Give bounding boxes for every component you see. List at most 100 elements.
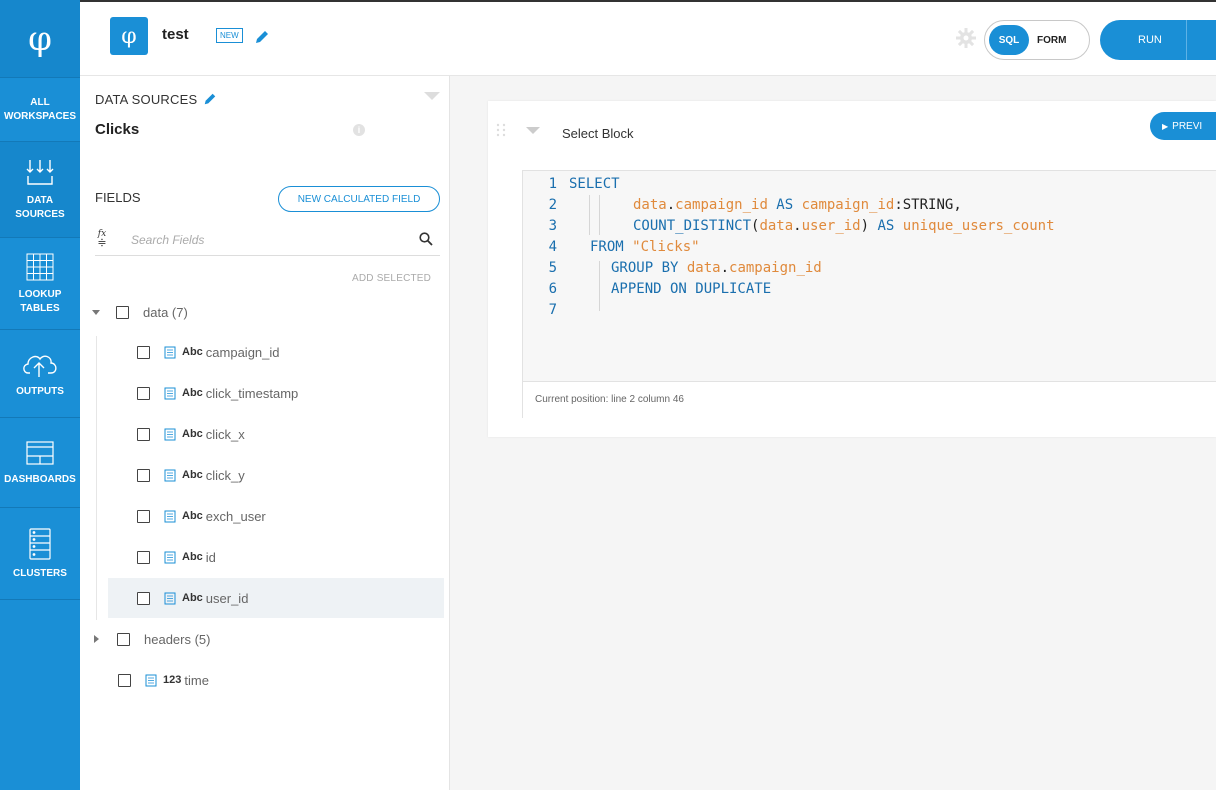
search-fields-input[interactable] [131, 230, 411, 250]
preview-label: PREVI [1172, 120, 1203, 132]
group-label: headers (5) [144, 631, 211, 647]
data-sources-title: DATA SOURCES [95, 92, 217, 107]
field-checkbox[interactable] [118, 673, 131, 687]
field-type: Abc [182, 346, 203, 358]
line-number: 4 [548, 239, 557, 255]
collapse-block-caret-icon[interactable] [526, 127, 540, 134]
field-type: Abc [182, 387, 203, 399]
field-row[interactable]: 123 time [118, 660, 209, 700]
data-sources-icon [26, 159, 54, 185]
tree-group-data[interactable]: data (7) [92, 292, 188, 332]
field-row[interactable]: Abc id [108, 537, 444, 577]
block-title: Select Block [562, 126, 634, 141]
field-name: click_timestamp [205, 385, 299, 401]
field-name: click_x [205, 426, 245, 442]
code-lines: 1 SELECT 2 data.campaign_id AS campaign_… [523, 174, 1216, 321]
field-row[interactable]: Abc click_x [108, 414, 444, 454]
new-calculated-field-button[interactable]: NEW CALCULATED FIELD [278, 186, 440, 212]
text-field-icon [164, 346, 176, 358]
dashboard-icon [26, 440, 54, 465]
select-block-card: Select Block ▶ PREVI 1 SELECT 2 data.cam… [488, 101, 1216, 437]
nav-clusters[interactable]: CLUSTERS [0, 508, 80, 600]
field-row[interactable]: Abc campaign_id [108, 332, 444, 372]
drag-handle-icon[interactable] [496, 123, 506, 139]
code-line: 4 FROM "Clicks" [523, 237, 1216, 258]
server-icon [29, 527, 51, 560]
code-line: 6 APPEND ON DUPLICATE [523, 279, 1216, 300]
nav-outputs[interactable]: OUTPUTS [0, 330, 80, 418]
field-name: exch_user [205, 508, 266, 524]
field-checkbox[interactable] [137, 591, 150, 605]
field-checkbox[interactable] [137, 386, 150, 400]
line-number: 2 [548, 197, 557, 213]
nav-label: LOOKUP [18, 288, 62, 300]
field-checkbox[interactable] [137, 345, 150, 359]
field-checkbox[interactable] [137, 468, 150, 482]
gear-icon[interactable] [956, 28, 976, 48]
field-search: fx ≑ [95, 228, 440, 256]
expanded-caret-icon[interactable] [92, 309, 100, 315]
edit-name-pencil-icon[interactable] [254, 29, 270, 45]
collapse-panel-caret-icon[interactable] [424, 92, 440, 100]
group-checkbox[interactable] [117, 632, 130, 646]
cloud-upload-icon [23, 355, 57, 377]
text-field-icon [164, 469, 176, 481]
edit-sources-pencil-icon[interactable] [203, 92, 217, 106]
app-logo[interactable]: φ [0, 0, 80, 78]
nav-label: DASHBOARDS [4, 473, 76, 485]
code-text: data.campaign_id AS campaign_id:STRING, [633, 197, 962, 213]
nav-dashboards[interactable]: DASHBOARDS [0, 418, 80, 508]
nav-data-sources[interactable]: DATA SOURCES [0, 142, 80, 238]
code-text: FROM "Clicks" [590, 239, 700, 255]
field-row[interactable]: Abc user_id [108, 578, 444, 618]
number-field-icon [145, 674, 157, 686]
field-checkbox[interactable] [137, 427, 150, 441]
indent-guide [599, 261, 600, 311]
group-checkbox[interactable] [116, 305, 129, 319]
source-name: Clicks [95, 121, 140, 138]
line-number: 1 [548, 176, 557, 192]
field-row[interactable]: Abc click_y [108, 455, 444, 495]
sql-form-toggle[interactable]: SQL FORM [984, 20, 1090, 60]
add-selected-button[interactable]: ADD SELECTED [352, 273, 431, 284]
top-bar: φ test NEW SQL FORM RUN [80, 0, 1216, 76]
field-type: Abc [182, 510, 203, 522]
field-name: time [184, 672, 209, 688]
nav-label: CLUSTERS [13, 567, 67, 579]
code-text: GROUP BY data.campaign_id [611, 260, 822, 276]
text-field-icon [164, 592, 176, 604]
field-type: 123 [163, 674, 182, 686]
field-row[interactable]: Abc click_timestamp [108, 373, 444, 413]
sql-editor[interactable]: 1 SELECT 2 data.campaign_id AS campaign_… [522, 170, 1216, 418]
field-row[interactable]: Abc exch_user [108, 496, 444, 536]
code-line: 7 [523, 300, 1216, 321]
search-icon[interactable] [419, 232, 433, 246]
field-name: click_y [205, 467, 245, 483]
indent-guide [599, 195, 600, 235]
field-checkbox[interactable] [137, 509, 150, 523]
preview-button[interactable]: ▶ PREVI [1150, 112, 1216, 140]
field-name: user_id [205, 590, 249, 606]
collapsed-caret-icon[interactable] [94, 635, 99, 643]
nav-label: OUTPUTS [16, 385, 64, 397]
run-button[interactable]: RUN [1100, 20, 1216, 60]
tree-group-headers[interactable]: headers (5) [94, 619, 210, 659]
grid-icon [26, 253, 54, 280]
nav-all-workspaces[interactable]: ALL WORKSPACES [0, 78, 80, 142]
nav-label: SOURCES [15, 208, 65, 220]
new-badge: NEW [216, 28, 243, 43]
sql-mode-button[interactable]: SQL [989, 25, 1029, 55]
field-checkbox[interactable] [137, 550, 150, 564]
line-number: 5 [548, 260, 557, 276]
function-icon[interactable]: fx ≑ [95, 230, 109, 249]
info-icon[interactable]: i [353, 124, 365, 136]
text-field-icon [164, 551, 176, 563]
code-line: 3 COUNT_DISTINCT(data.user_id) AS unique… [523, 216, 1216, 237]
run-button-divider [1186, 20, 1187, 60]
nav-lookup-tables[interactable]: LOOKUP TABLES [0, 238, 80, 330]
cursor-position-status: Current position: line 2 column 46 [523, 381, 1216, 418]
field-name: id [205, 549, 216, 565]
form-mode-button[interactable]: FORM [1037, 25, 1066, 55]
workspace-name: test [162, 26, 189, 43]
code-line: 1 SELECT [523, 174, 1216, 195]
